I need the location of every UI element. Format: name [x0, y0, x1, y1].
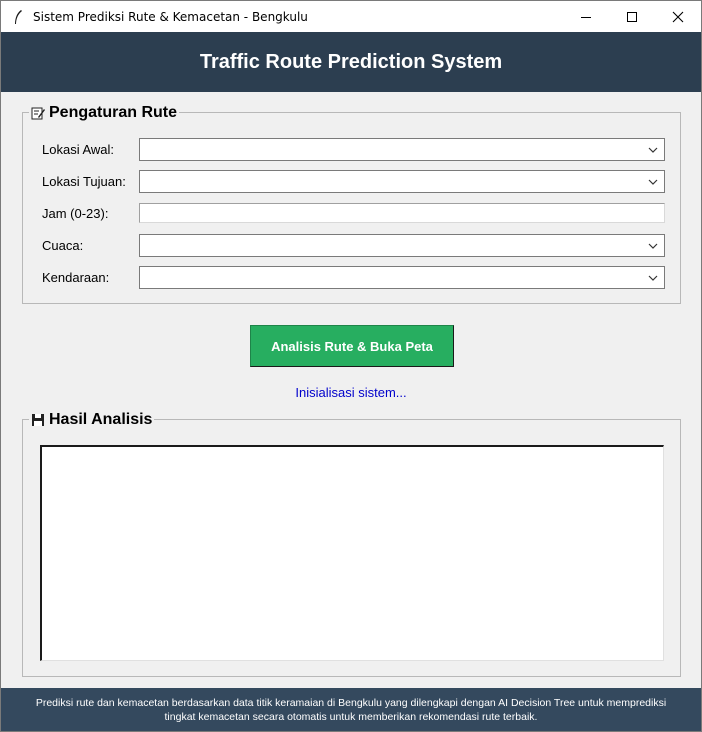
- feather-icon: [11, 9, 25, 25]
- weather-select[interactable]: [139, 234, 665, 257]
- app-window: Sistem Prediksi Rute & Kemacetan - Bengk…: [0, 0, 702, 732]
- memo-icon: [31, 106, 45, 120]
- weather-label: Cuaca:: [42, 238, 84, 253]
- start-location-select[interactable]: [139, 138, 665, 161]
- destination-label: Lokasi Tujuan:: [42, 174, 126, 189]
- close-icon: [672, 11, 684, 22]
- route-settings-title: Pengaturan Rute: [49, 104, 178, 121]
- footer: Prediksi rute dan kemacetan berdasarkan …: [1, 688, 701, 731]
- chevron-down-icon: [648, 275, 658, 281]
- chevron-down-icon: [648, 243, 658, 249]
- header-title: Traffic Route Prediction System: [199, 50, 503, 73]
- results-title: Hasil Analisis: [49, 411, 153, 428]
- maximize-icon: [627, 11, 637, 22]
- hour-row: Jam (0-23):: [42, 202, 139, 225]
- route-settings-group: Pengaturan Rute Lokasi Awal: Lokasi Tuju…: [22, 104, 681, 304]
- status-text: Inisialisasi sistem...: [295, 385, 407, 400]
- window-title: Sistem Prediksi Rute & Kemacetan - Bengk…: [33, 9, 308, 24]
- results-group: Hasil Analisis: [22, 411, 681, 677]
- vehicle-row: Kendaraan:: [42, 266, 139, 289]
- title-bar[interactable]: Sistem Prediksi Rute & Kemacetan - Bengk…: [1, 1, 701, 32]
- start-location-row: Lokasi Awal:: [42, 138, 139, 161]
- minimize-icon: [581, 16, 591, 18]
- results-textarea[interactable]: [40, 445, 664, 661]
- chevron-down-icon: [648, 179, 658, 185]
- chevron-down-icon: [648, 147, 658, 153]
- vehicle-select[interactable]: [139, 266, 665, 289]
- destination-row: Lokasi Tujuan:: [42, 170, 139, 193]
- footer-line-2: tingkat kemacetan secara otomatis untuk …: [164, 711, 538, 723]
- floppy-disk-icon: [31, 413, 45, 427]
- start-location-label: Lokasi Awal:: [42, 142, 115, 157]
- results-legend: Hasil Analisis: [29, 411, 155, 429]
- weather-row: Cuaca:: [42, 234, 139, 257]
- hour-label: Jam (0-23):: [42, 206, 109, 221]
- route-settings-legend: Pengaturan Rute: [29, 104, 180, 122]
- destination-select[interactable]: [139, 170, 665, 193]
- vehicle-label: Kendaraan:: [42, 270, 110, 285]
- minimize-button[interactable]: [563, 1, 609, 32]
- hour-input[interactable]: [139, 203, 665, 223]
- window-controls: [563, 1, 701, 32]
- maximize-button[interactable]: [609, 1, 655, 32]
- analyze-route-button[interactable]: Analisis Rute & Buka Peta: [250, 325, 454, 367]
- footer-line-1: Prediksi rute dan kemacetan berdasarkan …: [35, 697, 667, 709]
- close-button[interactable]: [655, 1, 701, 32]
- app-header: Traffic Route Prediction System: [1, 32, 701, 92]
